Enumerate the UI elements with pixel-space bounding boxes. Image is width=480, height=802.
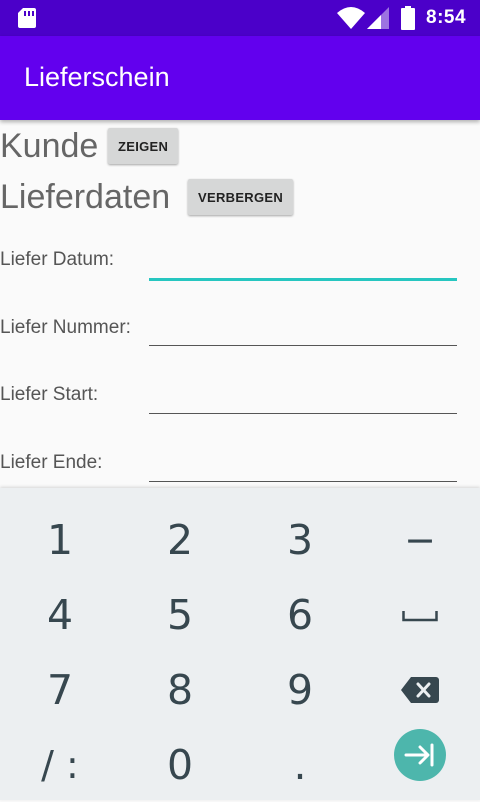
key-4[interactable]: 4 (0, 577, 120, 652)
key-5[interactable]: 5 (120, 577, 240, 652)
app-bar: Lieferschein (0, 36, 480, 120)
wifi-icon (337, 7, 365, 34)
space-icon (402, 610, 438, 621)
status-bar: 8:54 (0, 0, 480, 36)
key-9[interactable]: 9 (240, 652, 360, 727)
key-3[interactable]: 3 (240, 502, 360, 577)
lieferdaten-hide-button[interactable]: VERBERGEN (188, 179, 294, 215)
kunde-show-button[interactable]: ZEIGEN (108, 128, 179, 164)
liefer-start-field[interactable] (149, 377, 457, 414)
app-title: Lieferschein (24, 62, 170, 92)
liefer-ende-field[interactable] (149, 445, 457, 482)
battery-icon (401, 6, 415, 35)
numeric-keyboard: 1 2 3 − 4 5 6 7 8 9 / : 0 . (0, 488, 480, 800)
key-next[interactable] (360, 717, 480, 792)
kunde-label: Kunde (0, 127, 99, 165)
backspace-icon (401, 676, 439, 703)
key-7[interactable]: 7 (0, 652, 120, 727)
key-space[interactable] (360, 577, 480, 652)
key-2[interactable]: 2 (120, 502, 240, 577)
liefer-ende-label: Liefer Ende: (0, 452, 103, 473)
liefer-datum-label: Liefer Datum: (0, 249, 115, 270)
lieferdaten-label: Lieferdaten (0, 178, 171, 216)
signal-icon (367, 7, 389, 34)
liefer-nummer-field[interactable] (149, 309, 457, 346)
key-0[interactable]: 0 (120, 727, 240, 802)
status-time: 8:54 (426, 7, 467, 28)
key-period[interactable]: . (240, 727, 360, 802)
key-8[interactable]: 8 (120, 652, 240, 727)
liefer-nummer-label: Liefer Nummer: (0, 317, 131, 338)
liefer-datum-field[interactable] (149, 242, 457, 281)
sd-card-icon (18, 8, 36, 33)
next-arrow-icon (394, 728, 446, 781)
key-backspace[interactable] (360, 652, 480, 727)
key-minus[interactable]: − (360, 502, 480, 577)
key-slash-colon[interactable]: / : (0, 727, 120, 802)
key-1[interactable]: 1 (0, 502, 120, 577)
key-6[interactable]: 6 (240, 577, 360, 652)
liefer-start-label: Liefer Start: (0, 384, 99, 405)
